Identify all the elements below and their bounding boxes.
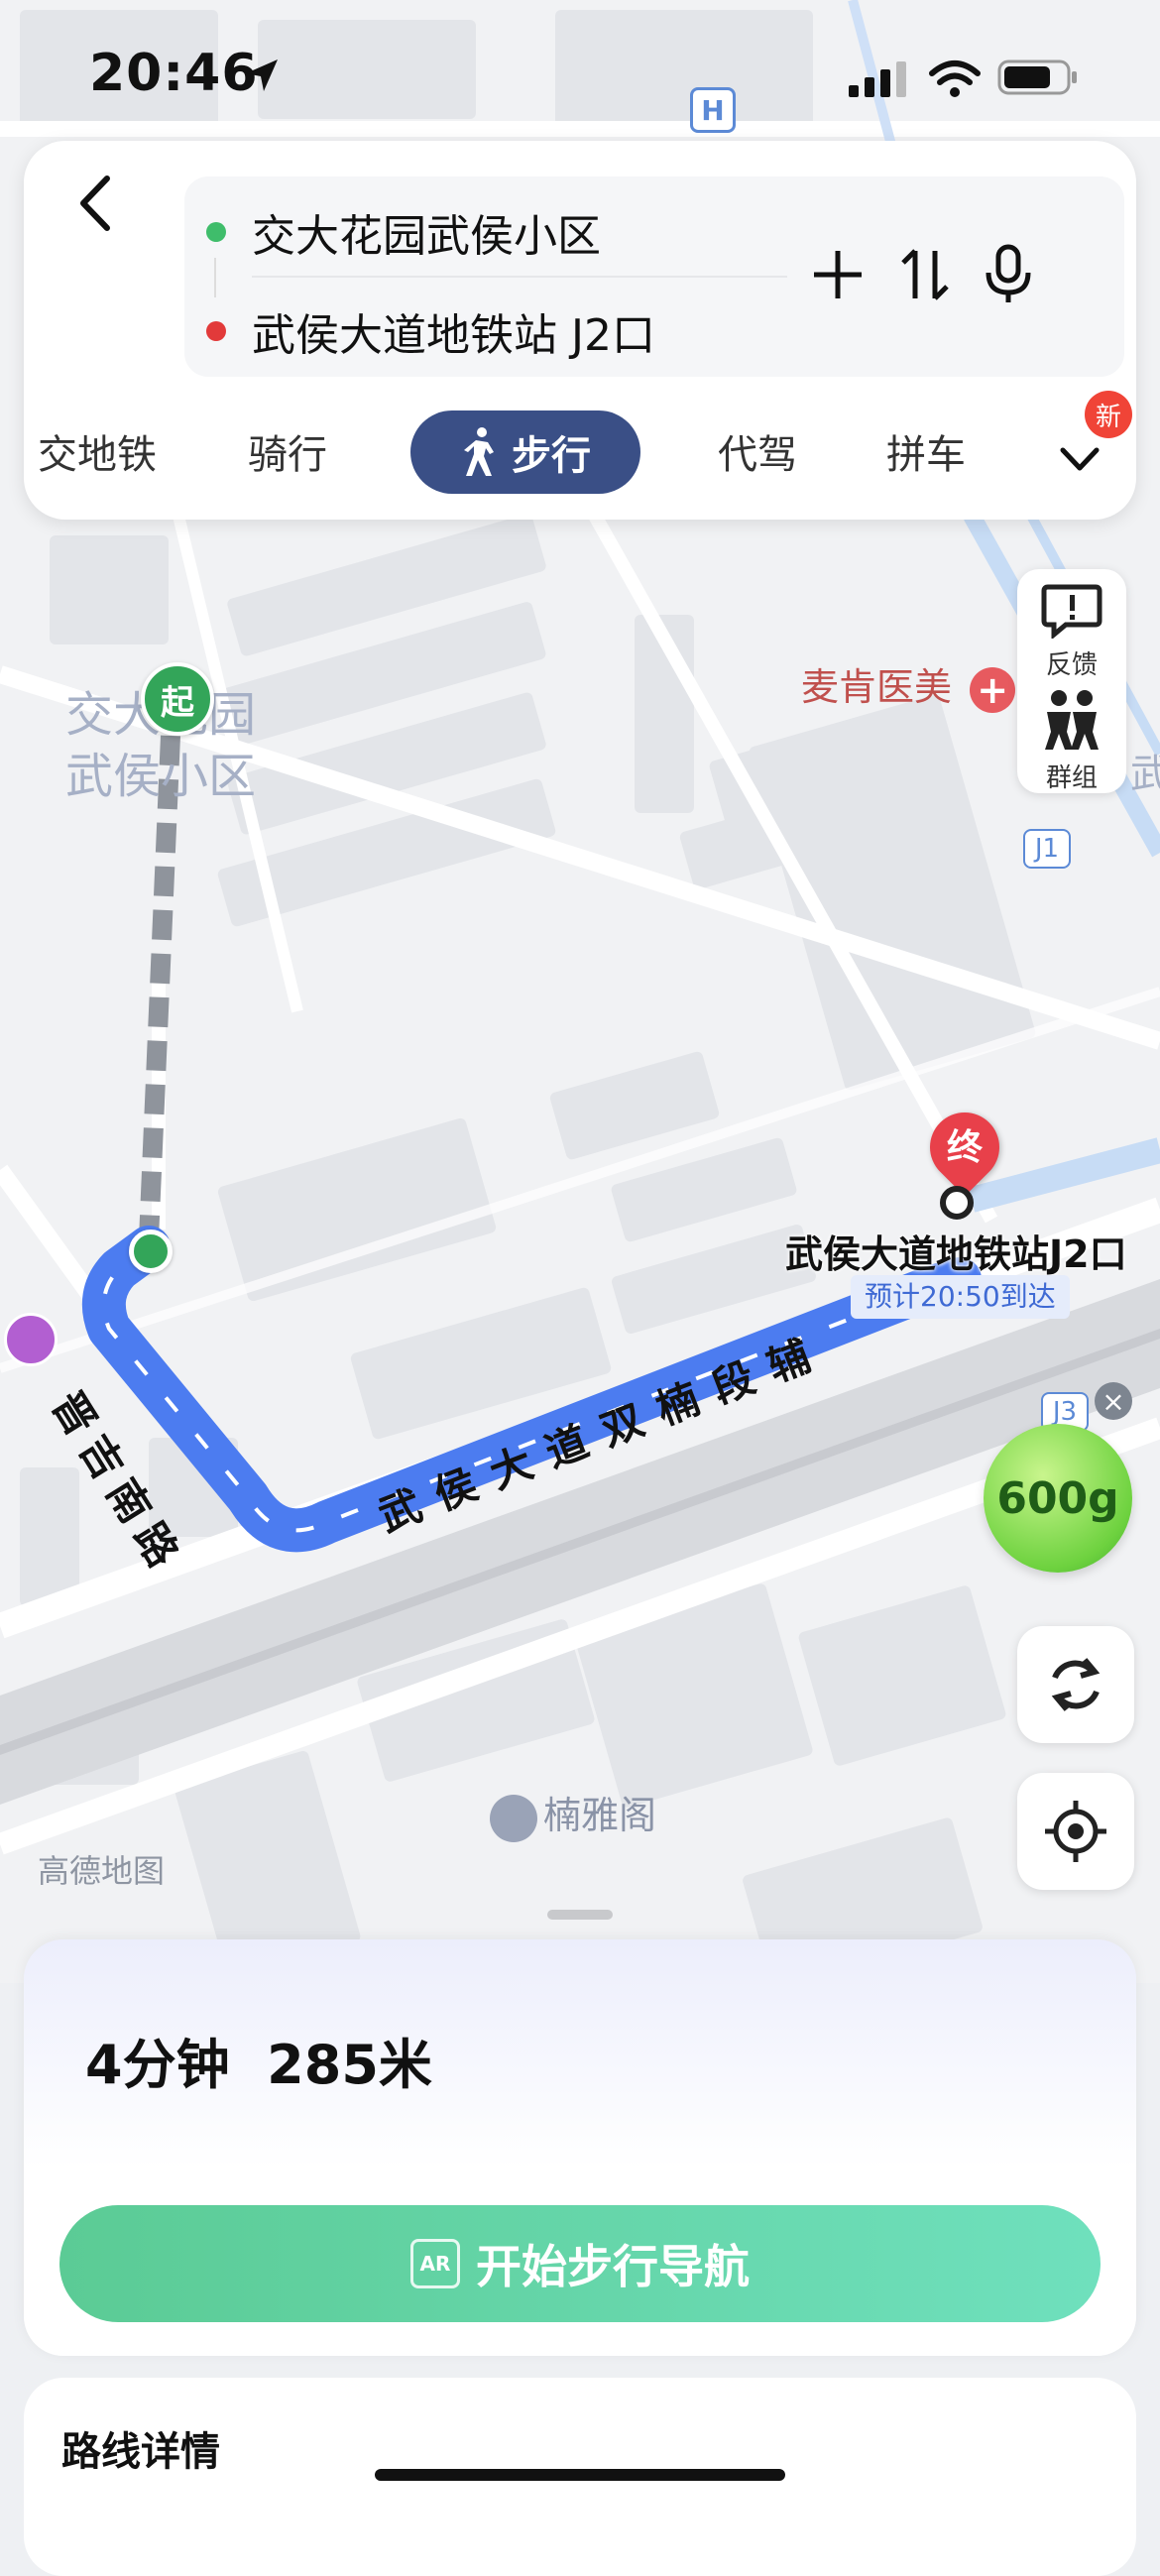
swap-icon xyxy=(901,249,949,300)
chevron-down-icon xyxy=(1060,447,1100,471)
edge-map-text: 武 xyxy=(1130,752,1160,797)
feedback-button[interactable]: 反馈 xyxy=(1017,569,1126,680)
locate-me-button[interactable] xyxy=(1017,1773,1134,1890)
battery-icon xyxy=(997,59,1077,95)
tab-cycling[interactable]: 骑行 xyxy=(248,422,327,480)
new-badge: 新 xyxy=(1085,391,1132,438)
poi-clinic[interactable]: 麦肯医美 + xyxy=(801,656,1016,713)
input-divider xyxy=(252,276,787,278)
energy-close-icon[interactable]: × xyxy=(1095,1382,1132,1420)
feedback-label: 反馈 xyxy=(1045,650,1098,680)
tab-subway[interactable]: 交地铁 xyxy=(38,422,157,480)
sheet-handle[interactable] xyxy=(547,1910,613,1920)
end-marker-text: 终 xyxy=(946,1127,983,1168)
destination-input[interactable]: 武侯大道地铁站 J2口 xyxy=(252,299,655,363)
wifi-icon xyxy=(929,60,981,97)
ar-icon: AR xyxy=(410,2239,460,2288)
transport-tabs: 交地铁 骑行 步行 代驾 拼车 xyxy=(24,399,1136,498)
walking-person-icon xyxy=(464,427,494,476)
destination-map-label: 武侯大道地铁站J2口 xyxy=(785,1232,1127,1276)
status-bar: 20:46 xyxy=(0,0,1160,149)
home-indicator[interactable] xyxy=(375,2469,785,2481)
start-navigation-label: 开始步行导航 xyxy=(476,2240,750,2293)
microphone-icon xyxy=(986,244,1031,302)
route-details-title: 路线详情 xyxy=(61,2429,220,2475)
start-point-dot xyxy=(129,1229,173,1273)
route-planner-card: 交大花园武侯小区 武侯大道地铁站 J2口 交地铁 骑行 步行 代驾 拼车 新 xyxy=(24,141,1136,520)
group-button[interactable]: 群组 xyxy=(1017,680,1126,793)
end-point-dot xyxy=(940,1186,974,1220)
refresh-route-button[interactable] xyxy=(1017,1626,1134,1743)
poi-clinic-label: 麦肯医美 xyxy=(801,665,953,709)
cellular-signal-icon xyxy=(849,61,906,97)
origin-dot xyxy=(206,222,226,242)
route-inputs: 交大花园武侯小区 武侯大道地铁站 J2口 xyxy=(184,176,1124,377)
group-icon xyxy=(1045,690,1099,750)
back-button[interactable] xyxy=(63,169,133,238)
route-summary: 4分钟 285米 xyxy=(85,2034,432,2096)
medical-cross-icon: + xyxy=(970,666,1016,713)
more-tabs-button[interactable] xyxy=(1055,434,1104,484)
building-icon xyxy=(490,1794,537,1842)
status-time: 20:46 xyxy=(89,44,259,103)
energy-value: 600g xyxy=(996,1472,1119,1524)
tab-walking[interactable]: 步行 xyxy=(410,410,640,494)
shopping-bag-icon xyxy=(4,1313,58,1366)
tab-walking-label: 步行 xyxy=(512,433,591,479)
tab-carpool[interactable]: 拼车 xyxy=(886,422,966,480)
poi-nanyage[interactable]: 楠雅阁 xyxy=(490,1785,656,1842)
back-arrow-icon xyxy=(80,176,110,231)
destination-dot xyxy=(206,321,226,341)
add-stop-button[interactable] xyxy=(803,240,872,309)
refresh-icon xyxy=(1051,1658,1101,1711)
start-walking-navigation-button[interactable]: AR 开始步行导航 xyxy=(59,2205,1101,2322)
route-summary-sheet: 4分钟 285米 AR 开始步行导航 xyxy=(24,1939,1136,2356)
exit-j3-text: J3 xyxy=(1052,1397,1078,1427)
locate-icon xyxy=(1045,1801,1106,1862)
swap-button[interactable] xyxy=(890,240,960,309)
input-connector xyxy=(214,258,216,297)
exit-j1-badge: J1 xyxy=(1023,829,1071,869)
group-label: 群组 xyxy=(1045,763,1098,793)
location-arrow-icon xyxy=(246,59,278,91)
plus-icon xyxy=(814,251,862,298)
energy-ball[interactable]: 600g xyxy=(984,1424,1132,1573)
map-watermark: 高德地图 xyxy=(38,1852,166,1890)
start-marker-text: 起 xyxy=(161,682,194,723)
feedback-icon xyxy=(1041,584,1102,639)
eta-label: 预计20:50到达 xyxy=(865,1280,1056,1313)
exit-j1-text: J1 xyxy=(1034,834,1060,864)
tab-chauffeur[interactable]: 代驾 xyxy=(718,422,797,480)
eta-chip: 预计20:50到达 xyxy=(851,1275,1070,1319)
start-marker[interactable]: 起 xyxy=(141,662,214,736)
side-tools-panel: 反馈 群组 xyxy=(1017,569,1126,793)
origin-label-line2: 武侯小区 xyxy=(65,749,257,804)
voice-input-button[interactable] xyxy=(974,240,1043,309)
origin-input[interactable]: 交大花园武侯小区 xyxy=(252,200,601,264)
poi-nanyage-label: 楠雅阁 xyxy=(543,1794,657,1837)
